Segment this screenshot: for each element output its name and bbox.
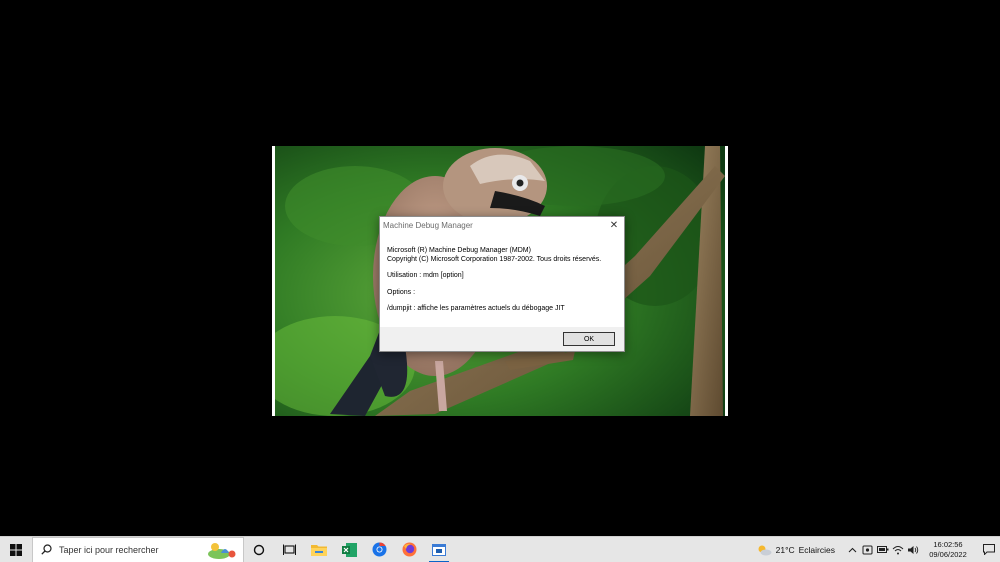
window-app-icon	[432, 543, 446, 556]
meet-now-icon[interactable]	[860, 537, 875, 562]
ok-button[interactable]: OK	[563, 332, 615, 346]
taskbar: Taper ici pour rechercher 21°C Eclaircie…	[0, 536, 1000, 562]
chevron-up-icon[interactable]	[845, 537, 860, 562]
battery-icon[interactable]	[875, 537, 890, 562]
weather-description: Eclaircies	[798, 544, 835, 555]
excel-icon	[341, 542, 357, 557]
search-icon	[41, 544, 52, 555]
search-input[interactable]: Taper ici pour rechercher	[32, 536, 244, 562]
dialog-line-options: Options :	[387, 288, 416, 296]
dialog-footer: OK	[380, 327, 624, 351]
partly-sunny-icon	[758, 545, 772, 555]
chrome-button[interactable]	[364, 537, 394, 562]
excel-button[interactable]	[334, 537, 364, 562]
search-highlight-icon	[208, 542, 236, 559]
dialog-message: Microsoft (R) Machine Debug Manager (MDM…	[380, 233, 624, 327]
search-placeholder: Taper ici pour rechercher	[59, 544, 159, 555]
clock-time: 16:02:56	[933, 539, 963, 549]
system-tray: 21°C Eclaircies 16:02:56 09/06/2022	[756, 537, 1000, 562]
firefox-button[interactable]	[394, 537, 424, 562]
start-button[interactable]	[0, 537, 32, 562]
dialog-line-usage: Utilisation : mdm [option]	[387, 272, 464, 279]
cortana-circle-icon	[253, 544, 265, 555]
cortana-button[interactable]	[244, 537, 274, 562]
taskbar-clock[interactable]: 16:02:56 09/06/2022	[924, 540, 972, 560]
dialog-line-product: Microsoft (R) Machine Debug Manager (MDM…	[387, 247, 531, 254]
notification-icon[interactable]	[978, 537, 1000, 562]
task-view-icon	[282, 544, 296, 555]
firefox-icon	[402, 542, 416, 557]
folder-icon	[311, 545, 327, 556]
file-explorer-button[interactable]	[304, 537, 334, 562]
mdm-dialog: Machine Debug Manager ✕ Microsoft (R) Ma…	[379, 216, 625, 352]
weather-temperature: 21°C	[775, 544, 795, 555]
dialog-title: Machine Debug Manager	[383, 220, 473, 230]
wifi-icon[interactable]	[890, 537, 905, 562]
windows-logo-icon	[10, 543, 22, 556]
chrome-icon	[372, 542, 386, 557]
dialog-titlebar[interactable]: Machine Debug Manager ✕	[380, 217, 624, 233]
volume-icon[interactable]	[905, 537, 920, 562]
mdm-app-button[interactable]	[424, 537, 454, 562]
dialog-line-copyright: Copyright (C) Microsoft Corporation 1987…	[387, 255, 602, 263]
task-view-button[interactable]	[274, 537, 304, 562]
dialog-line-dumpjit: /dumpjit : affiche les paramètres actuel…	[387, 305, 565, 312]
clock-date: 09/06/2022	[929, 549, 967, 559]
close-icon[interactable]: ✕	[606, 218, 622, 232]
weather-widget[interactable]: 21°C Eclaircies	[756, 544, 835, 556]
